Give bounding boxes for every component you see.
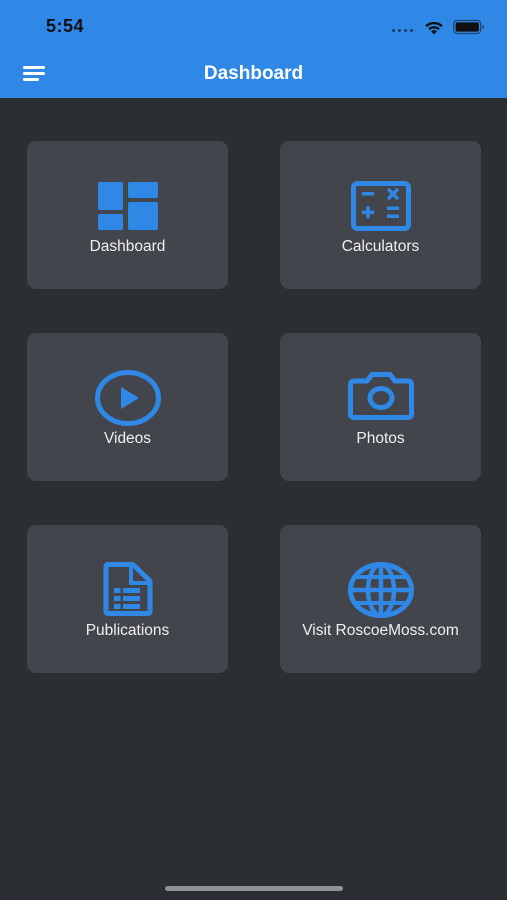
tile-videos[interactable]: Videos [27, 333, 228, 481]
home-indicator[interactable] [165, 886, 343, 891]
tile-calculators[interactable]: Calculators [280, 141, 481, 289]
tile-photos[interactable]: Photos [280, 333, 481, 481]
globe-icon [347, 562, 414, 618]
tile-label: Dashboard [89, 238, 166, 255]
battery-icon [453, 19, 485, 35]
status-time: 5:54 [46, 16, 85, 36]
tile-label: Calculators [341, 238, 420, 255]
tile-visit-website[interactable]: Visit RoscoeMoss.com [280, 525, 481, 673]
tile-publications[interactable]: Publications [27, 525, 228, 673]
play-circle-icon [94, 370, 161, 426]
status-indicators [392, 18, 485, 36]
tile-label: Photos [356, 430, 405, 447]
app-bar: 5:54 Dashboard [0, 0, 507, 98]
tile-label: Videos [103, 430, 152, 447]
camera-icon [347, 372, 414, 420]
page-title: Dashboard [203, 63, 304, 84]
calculator-icon [350, 181, 411, 231]
signal-icon [392, 28, 413, 32]
tile-label: Publications [85, 622, 170, 639]
tile-dashboard[interactable]: Dashboard [27, 141, 228, 289]
tile-label: Visit RoscoeMoss.com [302, 622, 459, 639]
wifi-icon [425, 21, 443, 35]
dashboard-icon [97, 182, 158, 230]
document-icon [103, 562, 152, 616]
